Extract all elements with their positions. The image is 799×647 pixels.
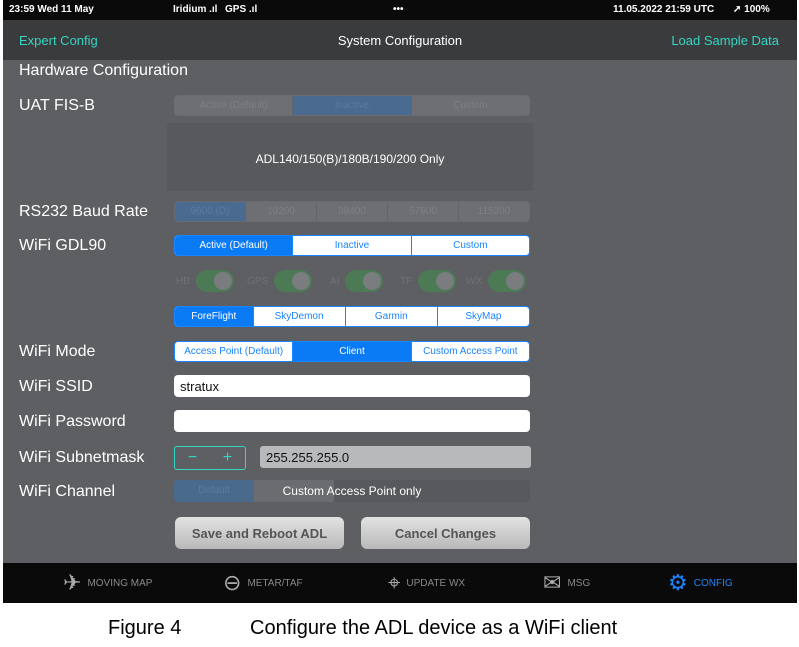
figure-number: Figure 4 bbox=[108, 617, 182, 639]
toggle-wx[interactable]: WX bbox=[466, 270, 527, 292]
uat-option[interactable]: Inactive bbox=[292, 96, 411, 115]
baud-label: RS232 Baud Rate bbox=[19, 203, 148, 220]
uat-segmented-control[interactable]: Active (Default) Inactive Custom bbox=[174, 95, 530, 116]
figure-caption: Configure the ADL device as a WiFi clien… bbox=[250, 617, 618, 639]
toggle-switch[interactable] bbox=[488, 270, 527, 292]
status-time: 23:59 Wed 11 May bbox=[9, 4, 94, 15]
tab-label: CONFIG bbox=[693, 577, 733, 589]
uat-overlay: ADL140/150(B)/180B/190/200 Only bbox=[167, 123, 533, 191]
utc-time: 11.05.2022 21:59 UTC bbox=[613, 4, 715, 15]
app-window: 23:59 Wed 11 May Iridium .ıl GPS .ıl •••… bbox=[3, 0, 797, 603]
save-reboot-button[interactable]: Save and Reboot ADL bbox=[175, 517, 344, 549]
gdl90-option[interactable]: Inactive bbox=[292, 236, 410, 255]
baud-option[interactable]: 9600 (D) bbox=[175, 202, 245, 221]
tab-label: MSG bbox=[567, 577, 591, 589]
password-input[interactable] bbox=[174, 410, 530, 432]
uat-note: ADL140/150(B)/180B/190/200 Only bbox=[255, 152, 445, 166]
mode-segmented-control[interactable]: Access Point (Default) Client Custom Acc… bbox=[174, 341, 530, 362]
battery-status: ➚ 100% bbox=[733, 4, 770, 15]
load-sample-data-button[interactable]: Load Sample Data bbox=[671, 33, 779, 48]
toggle-tf[interactable]: TF bbox=[400, 270, 457, 292]
mode-label: WiFi Mode bbox=[19, 343, 96, 360]
password-label: WiFi Password bbox=[19, 413, 126, 430]
app-option[interactable]: Garmin bbox=[344, 307, 437, 326]
subnet-field[interactable]: 255.255.255.0 bbox=[260, 446, 531, 468]
app-option[interactable]: ForeFlight bbox=[175, 307, 253, 326]
baud-option[interactable]: 19200 bbox=[245, 202, 316, 221]
channel-label: WiFi Channel bbox=[19, 483, 116, 500]
nav-bar: System Configuration Expert Config Load … bbox=[3, 20, 797, 60]
gdl90-label: WiFi GDL90 bbox=[19, 237, 107, 254]
satellite-dish-icon: ⌖ bbox=[388, 570, 401, 595]
gear-icon: ⚙ bbox=[668, 570, 688, 595]
app-segmented-control[interactable]: ForeFlight SkyDemon Garmin SkyMap bbox=[174, 306, 530, 327]
toggle-ai[interactable]: AI bbox=[330, 270, 384, 292]
tab-label: MOVING MAP bbox=[87, 577, 153, 589]
tab-update-wx[interactable]: ⌖ UPDATE WX bbox=[388, 563, 465, 603]
ssid-label: WiFi SSID bbox=[19, 378, 93, 395]
channel-note: Custom Access Point only bbox=[282, 484, 422, 498]
status-bar: 23:59 Wed 11 May Iridium .ıl GPS .ıl •••… bbox=[3, 0, 797, 20]
gdl90-segmented-control[interactable]: Active (Default) Inactive Custom bbox=[174, 235, 530, 256]
tab-label: METAR/TAF bbox=[247, 577, 303, 589]
plus-button[interactable]: + bbox=[210, 447, 245, 469]
tab-moving-map[interactable]: ✈ MOVING MAP bbox=[63, 563, 152, 603]
uat-option[interactable]: Active (Default) bbox=[175, 96, 293, 115]
toggle-label: AI bbox=[330, 275, 340, 287]
tab-msg[interactable]: ✉ MSG bbox=[543, 563, 590, 603]
baud-option[interactable]: 115200 bbox=[458, 202, 529, 221]
toggle-label: TF bbox=[400, 275, 413, 287]
gdl90-option[interactable]: Active (Default) bbox=[175, 236, 293, 255]
toggle-hb[interactable]: HB bbox=[176, 270, 234, 292]
cancel-changes-button[interactable]: Cancel Changes bbox=[361, 517, 530, 549]
windsock-icon: ⊖ bbox=[223, 570, 242, 595]
tab-bar: ✈ MOVING MAP ⊖ METAR/TAF ⌖ UPDATE WX ✉ MSG ⚙… bbox=[3, 563, 797, 603]
toggle-label: HB bbox=[176, 275, 190, 287]
subnet-label: WiFi Subnetmask bbox=[19, 449, 145, 466]
ssid-input[interactable]: stratux bbox=[174, 375, 530, 397]
tab-metar-taf[interactable]: ⊖ METAR/TAF bbox=[223, 563, 303, 603]
toggle-switch[interactable] bbox=[418, 270, 457, 292]
mode-option[interactable]: Access Point (Default) bbox=[175, 342, 292, 361]
tab-label: UPDATE WX bbox=[406, 577, 466, 589]
toggle-label: WX bbox=[466, 275, 483, 287]
airplane-icon: ✈ bbox=[63, 570, 82, 595]
toggle-switch[interactable] bbox=[195, 270, 234, 292]
subnet-stepper[interactable]: − + bbox=[174, 446, 246, 470]
toggle-label: GPS bbox=[247, 275, 269, 287]
gps-signal: GPS .ıl bbox=[225, 4, 258, 15]
toggle-gps[interactable]: GPS bbox=[247, 270, 313, 292]
toggle-switch[interactable] bbox=[345, 270, 384, 292]
expert-config-button[interactable]: Expert Config bbox=[19, 33, 98, 48]
uat-option[interactable]: Custom bbox=[410, 96, 529, 115]
envelope-icon: ✉ bbox=[543, 570, 562, 595]
gdl90-option[interactable]: Custom bbox=[410, 236, 529, 255]
app-option[interactable]: SkyMap bbox=[436, 307, 529, 326]
baud-segmented-control[interactable]: 9600 (D) 19200 38400 57600 115200 bbox=[174, 201, 530, 222]
tab-config[interactable]: ⚙ CONFIG bbox=[668, 563, 733, 603]
uat-label: UAT FIS-B bbox=[19, 97, 95, 114]
iridium-signal: Iridium .ıl bbox=[173, 4, 218, 15]
app-option[interactable]: SkyDemon bbox=[252, 307, 345, 326]
section-title: Hardware Configuration bbox=[19, 62, 188, 79]
baud-option[interactable]: 38400 bbox=[316, 202, 387, 221]
more-dots-icon[interactable]: ••• bbox=[393, 4, 404, 15]
minus-button[interactable]: − bbox=[175, 447, 210, 469]
baud-option[interactable]: 57600 bbox=[387, 202, 458, 221]
toggle-switch[interactable] bbox=[274, 270, 313, 292]
mode-option[interactable]: Custom Access Point bbox=[410, 342, 529, 361]
mode-option[interactable]: Client bbox=[292, 342, 411, 361]
channel-control[interactable]: Default Custom Access Point only bbox=[174, 480, 530, 502]
